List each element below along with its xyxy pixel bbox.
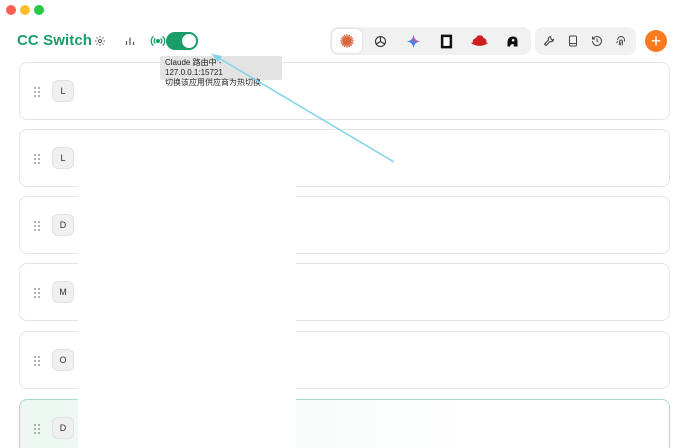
drag-handle-icon[interactable] — [33, 287, 41, 299]
fingerprint-icon — [616, 36, 625, 46]
toggle-knob — [182, 34, 196, 48]
drag-handle-icon[interactable] — [33, 355, 41, 367]
assistant-app-button[interactable] — [497, 29, 527, 53]
assistant-app-icon — [507, 36, 517, 46]
gemini-app-button[interactable] — [398, 29, 428, 53]
broadcast-icon — [150, 35, 166, 47]
add-provider-button[interactable]: + — [645, 30, 667, 52]
proxy-tooltip: Claude 路由中 - 127.0.0.1:15721 切换该应用供应商为热切… — [160, 56, 282, 87]
provider-badge: L — [52, 80, 74, 102]
gemini-app-icon — [406, 34, 420, 48]
openai-app-icon — [374, 35, 386, 47]
provider-badge: M — [52, 281, 74, 303]
fingerprint-button[interactable] — [611, 31, 631, 51]
usage-stats-button[interactable] — [120, 31, 140, 51]
claude-app-button[interactable] — [332, 29, 362, 53]
redhat-app-icon — [470, 35, 488, 46]
tools-bar — [535, 27, 636, 55]
drag-handle-icon[interactable] — [33, 423, 41, 435]
drag-handle-icon[interactable] — [33, 220, 41, 232]
drag-handle-icon[interactable] — [33, 86, 41, 98]
bar-chart-icon — [125, 37, 135, 45]
gear-icon — [95, 36, 105, 46]
close-window-button[interactable] — [6, 5, 16, 15]
history-icon — [592, 36, 602, 46]
opencode-app-button[interactable] — [431, 29, 461, 53]
tooltip-line-1: Claude 路由中 - 127.0.0.1:15721 — [165, 58, 223, 77]
tools-button[interactable] — [539, 31, 559, 51]
window-titlebar — [0, 0, 690, 20]
provider-badge: L — [52, 147, 74, 169]
app-switcher — [330, 27, 531, 55]
blank-overlay — [78, 170, 296, 448]
redhat-app-button[interactable] — [464, 29, 494, 53]
maximize-window-button[interactable] — [34, 5, 44, 15]
drag-handle-icon[interactable] — [33, 153, 41, 165]
app-title: CC Switch — [17, 32, 93, 49]
provider-badge: D — [52, 214, 74, 236]
wrench-icon — [543, 35, 555, 47]
provider-card[interactable]: L — [19, 62, 670, 120]
docs-button[interactable] — [563, 31, 583, 51]
book-icon — [569, 35, 577, 47]
claude-app-icon — [340, 34, 354, 48]
history-button[interactable] — [587, 31, 607, 51]
openai-app-button[interactable] — [365, 29, 395, 53]
minimize-window-button[interactable] — [20, 5, 30, 15]
provider-badge: O — [52, 349, 74, 371]
tooltip-line-2: 切换该应用供应商为热切换 — [165, 78, 261, 87]
opencode-app-icon — [440, 34, 452, 48]
proxy-toggle[interactable] — [166, 32, 198, 50]
settings-button[interactable] — [90, 31, 110, 51]
provider-badge: D — [52, 417, 74, 439]
